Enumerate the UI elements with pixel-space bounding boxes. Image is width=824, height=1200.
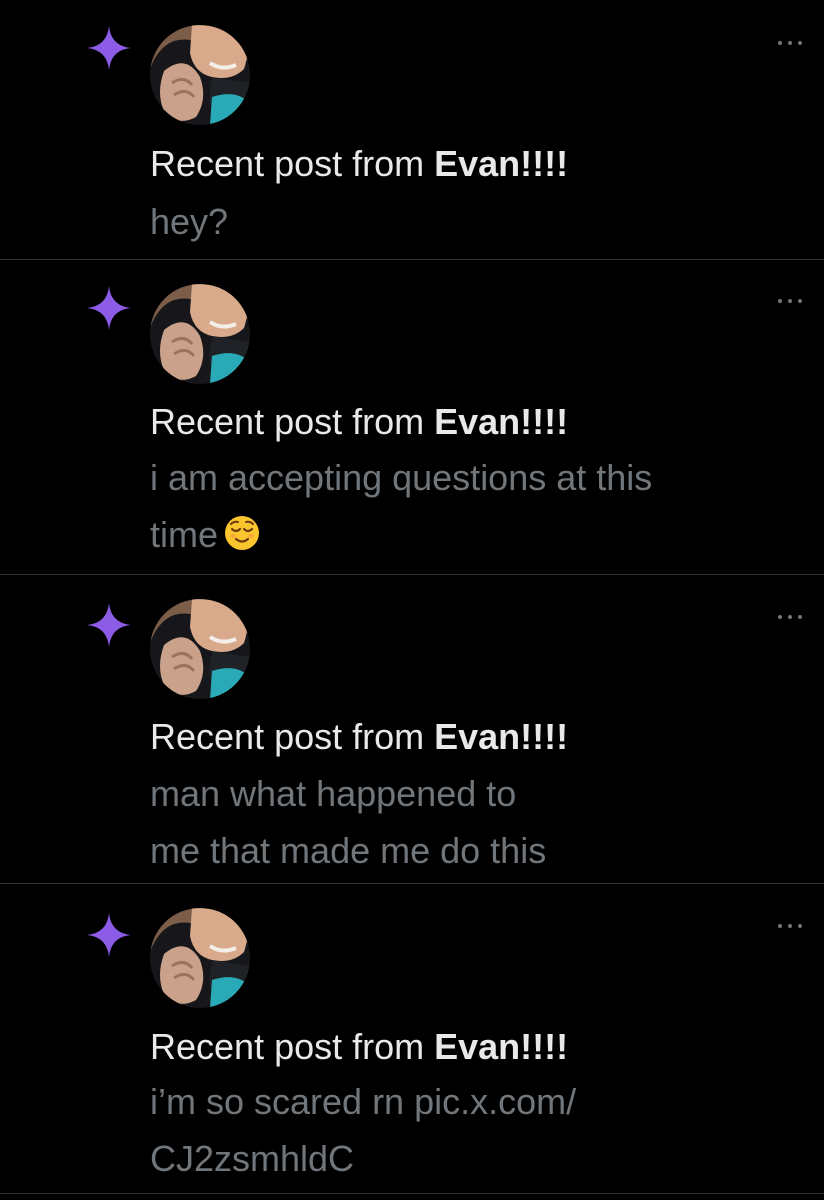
more-options-icon[interactable]: [778, 921, 802, 931]
notification-item[interactable]: Recent post from Evan!!!! i am accepting…: [0, 260, 824, 574]
sparkle-icon: [87, 603, 131, 647]
notification-item[interactable]: Recent post from Evan!!!! man what happe…: [0, 575, 824, 883]
post-text[interactable]: i’m so scared rn pic.x.com/ CJ2zsmhldC: [150, 1073, 770, 1187]
sparkle-icon: [87, 26, 131, 70]
avatar[interactable]: [150, 25, 250, 125]
more-options-icon[interactable]: [778, 612, 802, 622]
author-name: Evan!!!!: [434, 1026, 569, 1067]
notification-headline: Recent post from Evan!!!!: [150, 716, 569, 757]
author-name: Evan!!!!: [434, 716, 569, 757]
sparkle-icon: [87, 913, 131, 957]
post-text[interactable]: man what happened to me that made me do …: [150, 765, 770, 879]
author-name: Evan!!!!: [434, 143, 569, 184]
avatar[interactable]: [150, 908, 250, 1008]
notification-item[interactable]: Recent post from Evan!!!! hey?: [0, 0, 824, 258]
notification-headline: Recent post from Evan!!!!: [150, 143, 569, 184]
sparkle-icon: [87, 286, 131, 330]
avatar[interactable]: [150, 284, 250, 384]
more-options-icon[interactable]: [778, 296, 802, 306]
more-options-icon[interactable]: [778, 38, 802, 48]
post-text[interactable]: hey?: [150, 193, 770, 250]
post-text[interactable]: i am accepting questions at this time: [150, 449, 770, 563]
author-name: Evan!!!!: [434, 401, 569, 442]
divider: [0, 1193, 824, 1194]
notifications-feed: Recent post from Evan!!!! hey? Recent po…: [0, 0, 824, 1200]
notification-headline: Recent post from Evan!!!!: [150, 401, 569, 442]
notification-item[interactable]: Recent post from Evan!!!! i’m so scared …: [0, 884, 824, 1194]
notification-headline: Recent post from Evan!!!!: [150, 1026, 569, 1067]
relieved-face-emoji: [225, 516, 260, 550]
avatar[interactable]: [150, 599, 250, 699]
